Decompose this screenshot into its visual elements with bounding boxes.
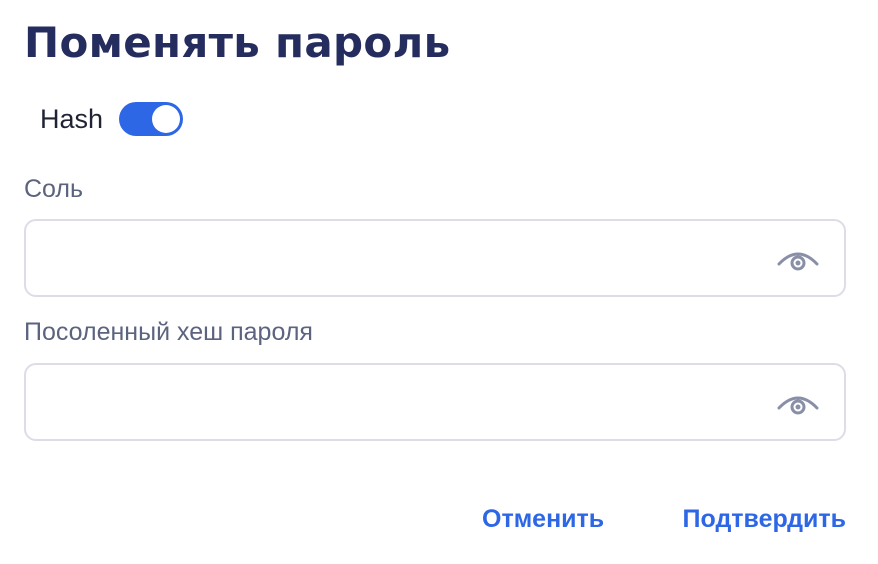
hash-toggle[interactable] (119, 102, 184, 136)
toggle-knob (152, 105, 181, 133)
salt-label: Соль (24, 175, 84, 203)
dialog-title: Поменять пароль (24, 18, 451, 67)
change-password-dialog: Поменять пароль Hash Соль Посоленный хеш… (0, 0, 878, 564)
salt-input[interactable] (26, 221, 766, 295)
cancel-button[interactable]: Отменить (482, 505, 604, 534)
eye-icon[interactable] (776, 245, 820, 275)
salted-hash-field (24, 363, 846, 441)
salted-hash-label: Посоленный хеш пароля (24, 318, 313, 346)
salt-field (24, 219, 846, 297)
hash-toggle-label: Hash (40, 103, 104, 134)
eye-icon[interactable] (776, 389, 820, 419)
salted-hash-input[interactable] (26, 365, 766, 439)
confirm-button[interactable]: Подтвердить (683, 505, 846, 534)
hash-toggle-row: Hash (40, 100, 184, 138)
